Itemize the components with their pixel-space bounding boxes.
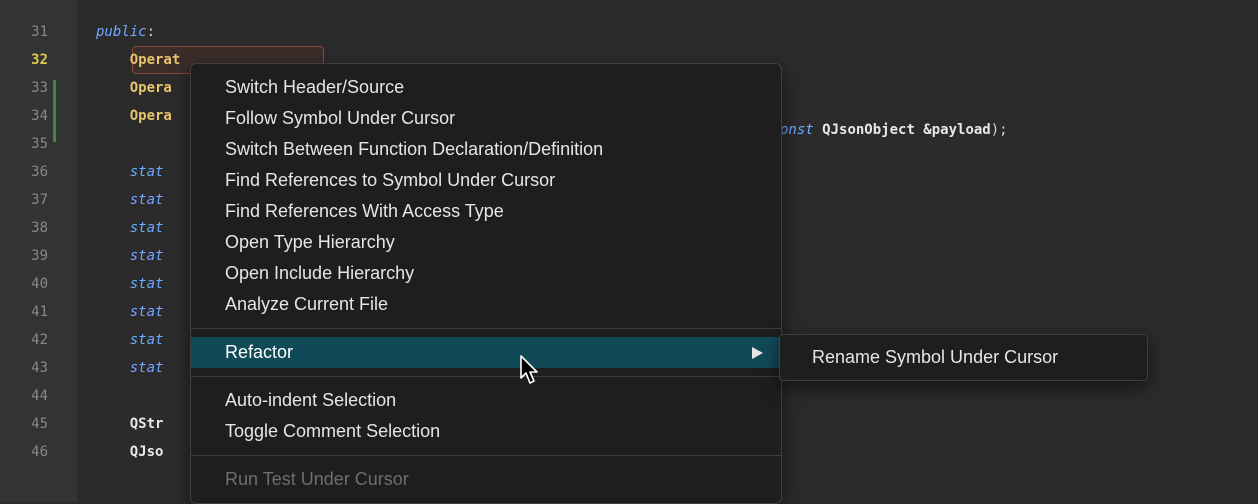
submenu-arrow-icon <box>752 347 763 359</box>
code-token: Operat <box>129 52 181 68</box>
line-number: 35 <box>31 136 48 152</box>
line-number: 43 <box>31 360 48 376</box>
code-line[interactable]: Opera <box>96 74 172 102</box>
menu-item-label: Open Include Hierarchy <box>225 263 415 283</box>
code-token: onst <box>780 122 823 138</box>
line-number: 40 <box>31 276 48 292</box>
line-number: 31 <box>31 24 48 40</box>
menu-item-find-references[interactable]: Find References to Symbol Under Cursor <box>191 165 781 196</box>
menu-item-switch-header-source[interactable]: Switch Header/Source <box>191 72 781 103</box>
menu-separator <box>191 376 781 377</box>
code-line[interactable]: Operat <box>96 46 181 74</box>
menu-item-label: Find References to Symbol Under Cursor <box>225 170 556 190</box>
code-token: stat <box>96 192 164 208</box>
code-line[interactable]: stat <box>96 354 164 382</box>
line-number: 42 <box>31 332 48 348</box>
code-token: QStr <box>129 416 164 432</box>
submenu-item-label: Rename Symbol Under Cursor <box>812 347 1059 367</box>
line-number: 34 <box>31 108 48 124</box>
line-number: 46 <box>31 444 48 460</box>
code-token: stat <box>96 332 164 348</box>
code-line[interactable]: QJso <box>96 438 164 466</box>
code-token: : <box>146 24 156 40</box>
line-number: 39 <box>31 248 48 264</box>
code-line[interactable]: stat <box>96 214 164 242</box>
code-line[interactable]: stat <box>96 270 164 298</box>
menu-item-follow-symbol[interactable]: Follow Symbol Under Cursor <box>191 103 781 134</box>
code-token: stat <box>96 164 164 180</box>
code-token: Opera <box>129 108 172 124</box>
menu-item-label: Find References With Access Type <box>225 201 504 221</box>
code-token: stat <box>96 276 164 292</box>
code-line[interactable]: QStr <box>96 410 164 438</box>
menu-item-label: Switch Between Function Declaration/Defi… <box>225 139 604 159</box>
menu-item-label: Refactor <box>225 342 294 362</box>
menu-item-refactor[interactable]: Refactor <box>191 337 781 368</box>
code-token: Opera <box>129 80 172 96</box>
menu-item-analyze-current-file[interactable]: Analyze Current File <box>191 289 781 320</box>
code-line[interactable]: public: <box>96 18 155 46</box>
menu-item-auto-indent[interactable]: Auto-indent Selection <box>191 385 781 416</box>
menu-item-find-references-access-type[interactable]: Find References With Access Type <box>191 196 781 227</box>
menu-item-label: Follow Symbol Under Cursor <box>225 108 456 128</box>
mouse-pointer-icon <box>520 355 538 384</box>
change-marker <box>53 80 56 142</box>
menu-item-toggle-comment[interactable]: Toggle Comment Selection <box>191 416 781 447</box>
menu-separator <box>191 455 781 456</box>
menu-item-label: Open Type Hierarchy <box>225 232 395 252</box>
submenu-item-rename-symbol[interactable]: Rename Symbol Under Cursor <box>780 341 1147 374</box>
menu-item-label: Analyze Current File <box>225 294 389 314</box>
code-line[interactable]: stat <box>96 326 164 354</box>
code-token: public <box>96 24 147 40</box>
context-menu: Switch Header/Source Follow Symbol Under … <box>190 63 782 504</box>
code-token: stat <box>96 248 164 264</box>
code-token: QJso <box>129 444 164 460</box>
code-token: ); <box>990 122 1008 138</box>
code-line[interactable]: stat <box>96 158 164 186</box>
line-number: 36 <box>31 164 48 180</box>
code-line[interactable]: Opera <box>96 102 172 130</box>
line-number: 33 <box>31 80 48 96</box>
menu-item-label: Switch Header/Source <box>225 77 405 97</box>
line-number: 32 <box>31 52 48 68</box>
code-token: stat <box>96 304 164 320</box>
code-line[interactable]: stat <box>96 186 164 214</box>
menu-separator <box>191 328 781 329</box>
menu-item-label: Toggle Comment Selection <box>225 421 441 441</box>
menu-item-run-test: Run Test Under Cursor <box>191 464 781 495</box>
line-number: 41 <box>31 304 48 320</box>
menu-item-label: Run Test Under Cursor <box>225 469 409 489</box>
line-number: 45 <box>31 416 48 432</box>
code-line[interactable]: stat <box>96 242 164 270</box>
menu-item-open-include-hierarchy[interactable]: Open Include Hierarchy <box>191 258 781 289</box>
code-line[interactable]: stat <box>96 298 164 326</box>
menu-item-label: Auto-indent Selection <box>225 390 397 410</box>
refactor-submenu: Rename Symbol Under Cursor <box>779 334 1148 381</box>
line-number: 44 <box>31 388 48 404</box>
code-token: QJsonObject &payload <box>822 122 991 138</box>
code-line-tail: onst QJsonObject &payload); <box>780 116 1008 144</box>
menu-item-switch-decl-def[interactable]: Switch Between Function Declaration/Defi… <box>191 134 781 165</box>
menu-item-open-type-hierarchy[interactable]: Open Type Hierarchy <box>191 227 781 258</box>
line-number: 38 <box>31 220 48 236</box>
code-token: stat <box>96 360 164 376</box>
code-token: stat <box>96 220 164 236</box>
line-number: 37 <box>31 192 48 208</box>
